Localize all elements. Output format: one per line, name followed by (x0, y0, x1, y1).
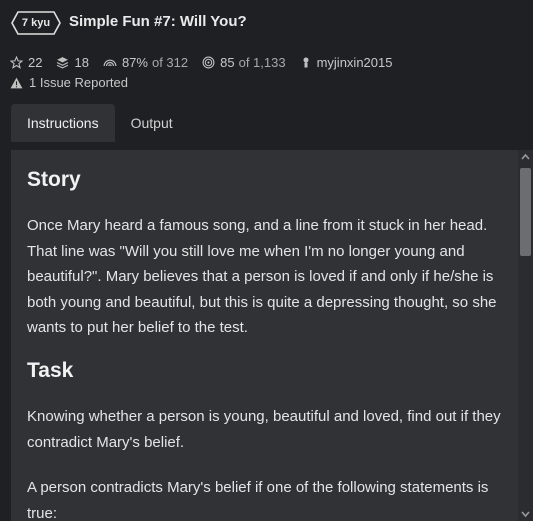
stars-stat[interactable]: 22 (10, 55, 42, 70)
collections-count: 18 (74, 54, 89, 70)
instructions-panel[interactable]: Story Once Mary heard a famous song, and… (11, 150, 533, 521)
scrollbar-thumb[interactable] (520, 168, 531, 256)
task-paragraph: Knowing whether a person is young, beaut… (27, 408, 501, 451)
vertical-scrollbar[interactable] (518, 150, 533, 521)
author-stat[interactable]: myjinxin2015 (300, 55, 393, 70)
user-icon (303, 57, 309, 67)
rank-badge: 7 kyu (11, 11, 61, 35)
tab-bar: Instructions Output (11, 104, 189, 142)
tab-instructions[interactable]: Instructions (11, 104, 115, 142)
chevron-down-icon[interactable] (520, 509, 531, 519)
completed-total: of 1,133 (238, 54, 286, 70)
star-icon (10, 55, 23, 69)
story-heading: Story (27, 168, 81, 191)
kata-header: 7 kyu Simple Fun #7: Will You? 22 18 87% (0, 0, 533, 150)
tab-output[interactable]: Output (115, 104, 189, 142)
completed-value: 85 (220, 54, 235, 70)
satisfaction-value: 87% (121, 54, 148, 70)
rank-label: 7 kyu (21, 17, 51, 29)
kata-stats: 22 18 87% of 312 85 of 1,133 myjinxin201… (10, 53, 406, 71)
issues-label: 1 Issue Reported (29, 75, 129, 90)
completed-stat: 85 of 1,133 (202, 54, 286, 70)
author-link[interactable]: myjinxin2015 (317, 55, 393, 70)
chevron-up-icon[interactable] (520, 152, 531, 162)
task-heading: Task (27, 359, 74, 382)
stack-icon (57, 56, 69, 69)
collections-stat[interactable]: 18 (56, 54, 89, 70)
stars-count: 22 (28, 54, 43, 70)
issues-reported[interactable]: 1 Issue Reported (10, 75, 128, 90)
kata-title: Simple Fun #7: Will You? (69, 13, 247, 30)
contradiction-paragraph: A person contradicts Mary's belief if on… (27, 479, 489, 521)
story-paragraph: Once Mary heard a famous song, and a lin… (27, 217, 497, 336)
rainbow-icon (103, 59, 117, 66)
satisfaction-stat: 87% of 312 (103, 55, 188, 70)
target-icon (202, 56, 215, 68)
warning-icon (10, 77, 23, 88)
satisfaction-total: of 312 (151, 54, 189, 70)
